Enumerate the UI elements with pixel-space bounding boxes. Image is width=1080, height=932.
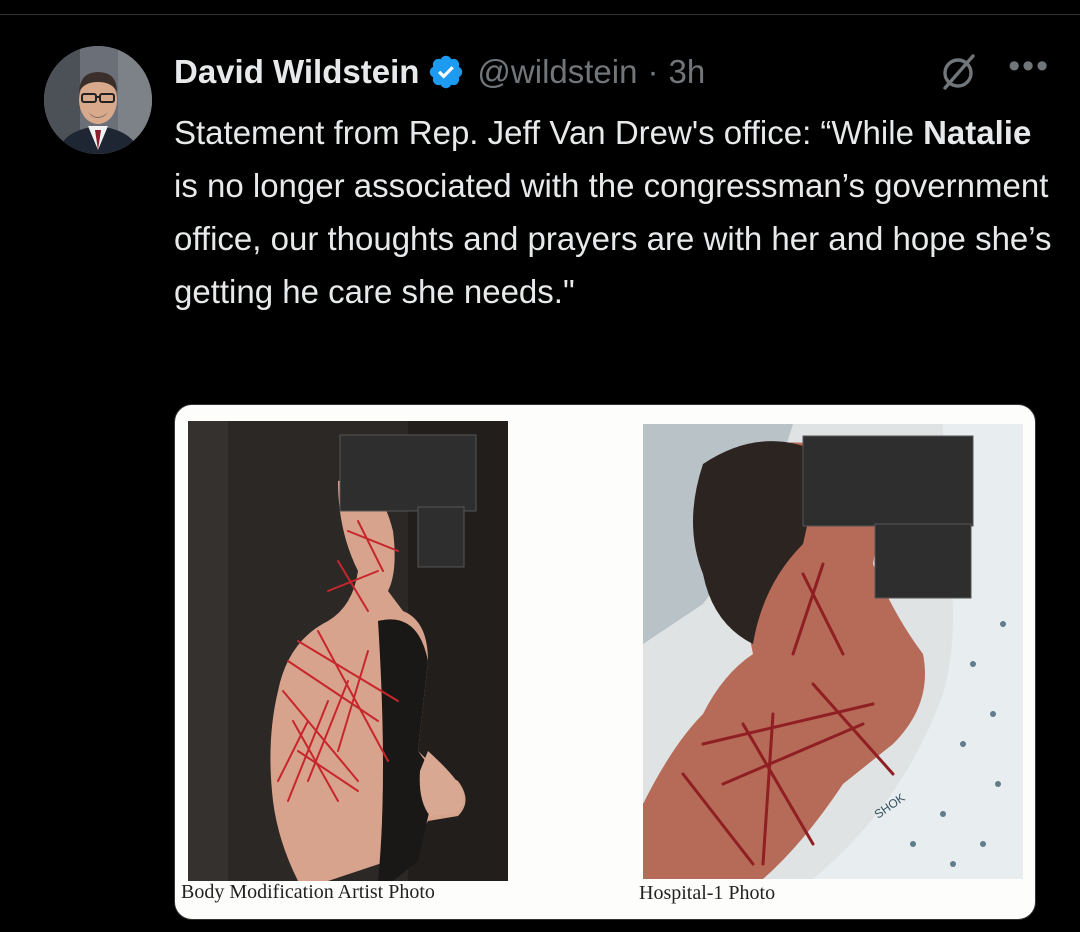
hospital-photo: SHOK — [643, 424, 1023, 879]
more-options-icon[interactable]: ••• — [1008, 49, 1050, 95]
hospital-image: SHOK — [643, 424, 1023, 879]
tweet-media[interactable]: SHOK Body Modification Artist Photo Hosp… — [174, 404, 1036, 920]
verified-badge-icon — [430, 55, 463, 89]
separator-dot: · — [647, 53, 659, 90]
tweet-header: David Wildstein @wildstein · 3h ••• — [174, 49, 1050, 95]
avatar-image — [44, 46, 152, 154]
body-modification-image — [188, 421, 508, 881]
timestamp[interactable]: 3h — [668, 53, 705, 91]
left-photo-caption: Body Modification Artist Photo — [181, 881, 435, 903]
grok-icon[interactable] — [938, 52, 978, 92]
author-name[interactable]: David Wildstein — [174, 53, 419, 91]
tweet-text-bold: Natalie — [923, 114, 1032, 151]
tweet-text-part2: is no longer associated with the congres… — [174, 167, 1052, 310]
author-handle[interactable]: @wildstein — [477, 53, 637, 91]
top-divider — [0, 14, 1080, 15]
right-photo-caption: Hospital-1 Photo — [639, 882, 776, 904]
body-modification-photo — [188, 421, 508, 881]
tweet-text: Statement from Rep. Jeff Van Drew's offi… — [174, 106, 1054, 318]
tweet-text-part1: Statement from Rep. Jeff Van Drew's offi… — [174, 114, 924, 151]
avatar[interactable] — [44, 46, 152, 154]
